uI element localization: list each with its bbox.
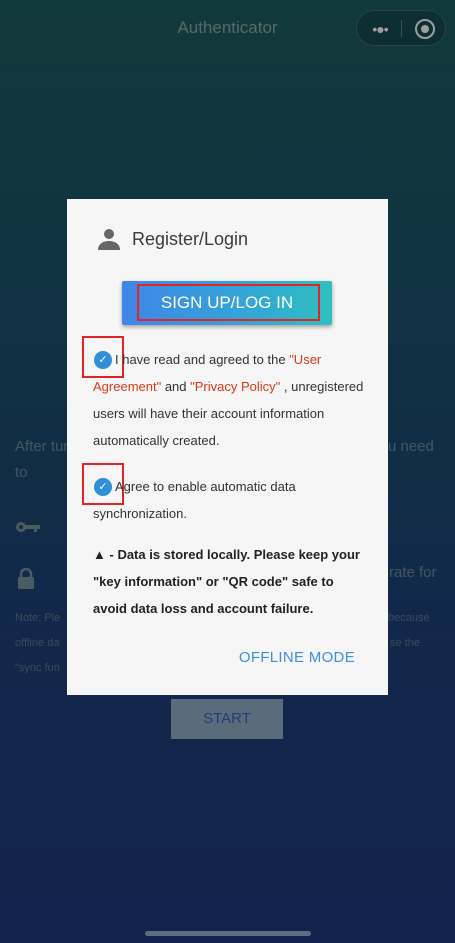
data-warning: ▲ - Data is stored locally. Please keep … — [93, 541, 368, 622]
register-login-dialog: Register/Login SIGN UP/LOG IN ✓ I have r… — [67, 199, 388, 695]
annotation-box — [137, 284, 320, 321]
agreement-text-2: and — [161, 379, 191, 394]
privacy-policy-link[interactable]: "Privacy Policy" — [190, 379, 280, 394]
offline-mode-button[interactable]: OFFLINE MODE — [239, 649, 355, 666]
warning-text: - Data is stored locally. Please keep yo… — [93, 547, 360, 616]
home-indicator — [145, 931, 311, 936]
person-icon — [98, 229, 120, 250]
agreement-text-1: I have read and agreed to the — [115, 352, 290, 367]
start-button[interactable]: START — [171, 699, 283, 739]
dialog-header: Register/Login — [97, 225, 248, 253]
sync-text: Agree to enable automatic data synchroni… — [93, 479, 296, 521]
dialog-title: Register/Login — [132, 228, 249, 249]
warning-icon: ▲ — [93, 547, 106, 562]
agreement-text: I have read and agreed to the "User Agre… — [93, 346, 368, 454]
